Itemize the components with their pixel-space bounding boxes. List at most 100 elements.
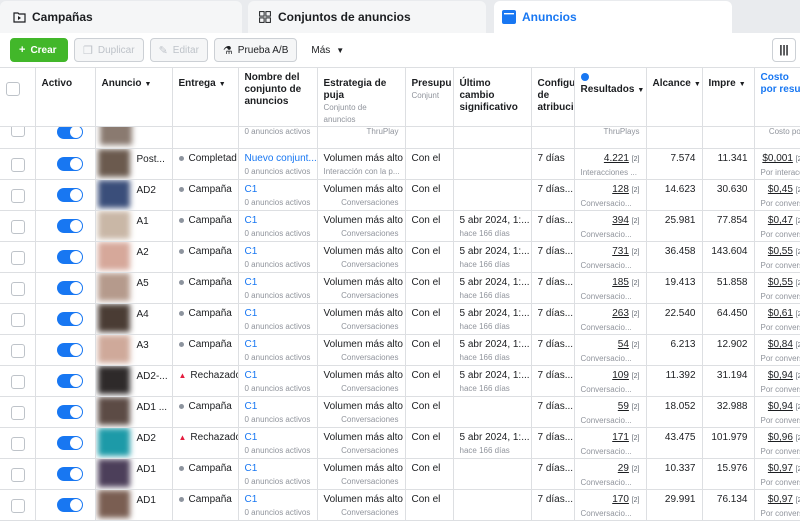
ad-toggle[interactable] xyxy=(57,312,83,326)
ad-thumbnail[interactable] xyxy=(98,273,130,301)
cost-value[interactable]: $0,97 xyxy=(768,463,793,474)
ad-toggle[interactable] xyxy=(57,436,83,450)
col-attribution[interactable]: Configu de atribución xyxy=(531,68,574,127)
table-row[interactable]: A4CampañaC10 anuncios activosVolumen más… xyxy=(0,304,800,335)
ad-thumbnail[interactable] xyxy=(98,428,130,456)
info-icon[interactable] xyxy=(581,73,589,81)
select-all-checkbox[interactable] xyxy=(6,82,20,96)
results-value[interactable]: 263 xyxy=(612,308,629,319)
results-value[interactable]: 4.221 xyxy=(604,153,629,164)
results-value[interactable]: 171 xyxy=(612,432,629,443)
ad-toggle[interactable] xyxy=(57,250,83,264)
cost-value[interactable]: $0,47 xyxy=(768,215,793,226)
ad-toggle[interactable] xyxy=(57,498,83,512)
row-checkbox[interactable] xyxy=(11,251,25,265)
table-row[interactable]: A2CampañaC10 anuncios activosVolumen más… xyxy=(0,242,800,273)
ad-thumbnail[interactable] xyxy=(98,242,130,270)
adset-link[interactable]: C1 xyxy=(245,308,258,319)
table-row[interactable]: AD2CampañaC10 anuncios activosVolumen má… xyxy=(0,180,800,211)
adset-link[interactable]: C1 xyxy=(245,246,258,257)
row-checkbox[interactable] xyxy=(11,375,25,389)
ab-test-button[interactable]: ⚗Prueba A/B xyxy=(214,38,297,62)
table-row[interactable]: AD1CampañaC10 anuncios activosVolumen má… xyxy=(0,490,800,521)
ad-thumbnail[interactable] xyxy=(98,459,130,487)
table-row[interactable]: Post...CompletadNuevo conjunt...0 anunci… xyxy=(0,149,800,180)
columns-button[interactable]: ||| xyxy=(772,38,796,62)
col-last-change[interactable]: Último cambio significativo xyxy=(453,68,531,127)
adset-link[interactable]: C1 xyxy=(245,339,258,350)
row-checkbox[interactable] xyxy=(11,220,25,234)
ad-name[interactable]: AD1 xyxy=(137,495,156,507)
edit-button[interactable]: ✎Editar xyxy=(150,38,208,62)
tab-ads[interactable]: Anuncios xyxy=(494,1,732,33)
ad-toggle[interactable] xyxy=(57,157,83,171)
col-reach[interactable]: Alcance▼ xyxy=(646,68,702,127)
row-checkbox[interactable] xyxy=(11,189,25,203)
row-checkbox[interactable] xyxy=(11,437,25,451)
col-adset[interactable]: Nombre del conjunto de anuncios xyxy=(238,68,317,127)
row-checkbox[interactable] xyxy=(11,158,25,172)
ad-thumbnail[interactable] xyxy=(98,180,130,208)
table-row[interactable]: AD1CampañaC10 anuncios activosVolumen má… xyxy=(0,459,800,490)
results-value[interactable]: 185 xyxy=(612,277,629,288)
more-button[interactable]: Más▼ xyxy=(303,38,352,62)
ad-thumbnail[interactable] xyxy=(98,149,130,177)
cost-value[interactable]: $0,001 xyxy=(762,153,793,164)
adset-link[interactable]: C1 xyxy=(245,277,258,288)
ad-name[interactable]: A4 xyxy=(137,309,149,321)
ad-thumbnail[interactable] xyxy=(98,304,130,332)
ad-toggle[interactable] xyxy=(57,188,83,202)
results-value[interactable]: 29 xyxy=(618,463,629,474)
ad-name[interactable]: AD2 xyxy=(137,185,156,197)
adset-link[interactable]: C1 xyxy=(245,215,258,226)
row-checkbox[interactable] xyxy=(11,468,25,482)
ad-name[interactable]: AD1 xyxy=(137,464,156,476)
cost-value[interactable]: $0,94 xyxy=(768,401,793,412)
results-value[interactable]: 128 xyxy=(612,184,629,195)
ad-name[interactable]: A5 xyxy=(137,278,149,290)
ad-thumbnail[interactable] xyxy=(100,127,132,146)
create-button[interactable]: +Crear xyxy=(10,38,68,62)
table-row[interactable]: A5CampañaC10 anuncios activosVolumen más… xyxy=(0,273,800,304)
ad-toggle[interactable] xyxy=(57,219,83,233)
duplicate-button[interactable]: ❐Duplicar xyxy=(74,38,144,62)
adset-link[interactable]: C1 xyxy=(245,401,258,412)
col-delivery[interactable]: Entrega▼ xyxy=(172,68,238,127)
ad-toggle[interactable] xyxy=(57,467,83,481)
results-value[interactable]: 394 xyxy=(612,215,629,226)
col-budget[interactable]: PresupuConjunt xyxy=(405,68,453,127)
row-checkbox[interactable] xyxy=(11,127,25,138)
ad-thumbnail[interactable] xyxy=(98,397,130,425)
ad-toggle[interactable] xyxy=(57,374,83,388)
ad-thumbnail[interactable] xyxy=(98,211,130,239)
col-cost[interactable]: Costo por resul xyxy=(754,68,800,127)
results-value[interactable]: 54 xyxy=(618,339,629,350)
adset-link[interactable]: C1 xyxy=(245,370,258,381)
table-row[interactable]: AD2▲RechazadoC10 anuncios activosVolumen… xyxy=(0,428,800,459)
adset-link[interactable]: C1 xyxy=(245,463,258,474)
ad-name[interactable]: A2 xyxy=(137,247,149,259)
ad-name[interactable]: Post... xyxy=(137,154,165,166)
results-value[interactable]: 109 xyxy=(612,370,629,381)
adset-link[interactable]: Nuevo conjunt... xyxy=(245,153,317,164)
col-active[interactable]: Activo xyxy=(35,68,95,127)
adset-link[interactable]: C1 xyxy=(245,432,258,443)
ad-toggle[interactable] xyxy=(57,405,83,419)
col-ad[interactable]: Anuncio▼ xyxy=(95,68,172,127)
row-checkbox[interactable] xyxy=(11,282,25,296)
ad-toggle[interactable] xyxy=(57,343,83,357)
cost-value[interactable]: $0,45 xyxy=(768,184,793,195)
table-row[interactable]: AD2-...▲RechazadoC10 anuncios activosVol… xyxy=(0,366,800,397)
cost-value[interactable]: $0,96 xyxy=(768,432,793,443)
results-value[interactable]: 59 xyxy=(618,401,629,412)
cost-value[interactable]: $0,55 xyxy=(768,277,793,288)
tab-campaigns[interactable]: Campañas xyxy=(0,1,242,33)
table-row[interactable]: 0 anuncios activos ThruPlay ThruPlays Co… xyxy=(0,127,800,149)
col-impressions[interactable]: Impre▼ xyxy=(702,68,754,127)
adset-link[interactable]: C1 xyxy=(245,184,258,195)
cost-value[interactable]: $0,94 xyxy=(768,370,793,381)
cost-value[interactable]: $0,55 xyxy=(768,246,793,257)
ad-toggle[interactable] xyxy=(57,281,83,295)
table-row[interactable]: A1CampañaC10 anuncios activosVolumen más… xyxy=(0,211,800,242)
cost-value[interactable]: $0,61 xyxy=(768,308,793,319)
